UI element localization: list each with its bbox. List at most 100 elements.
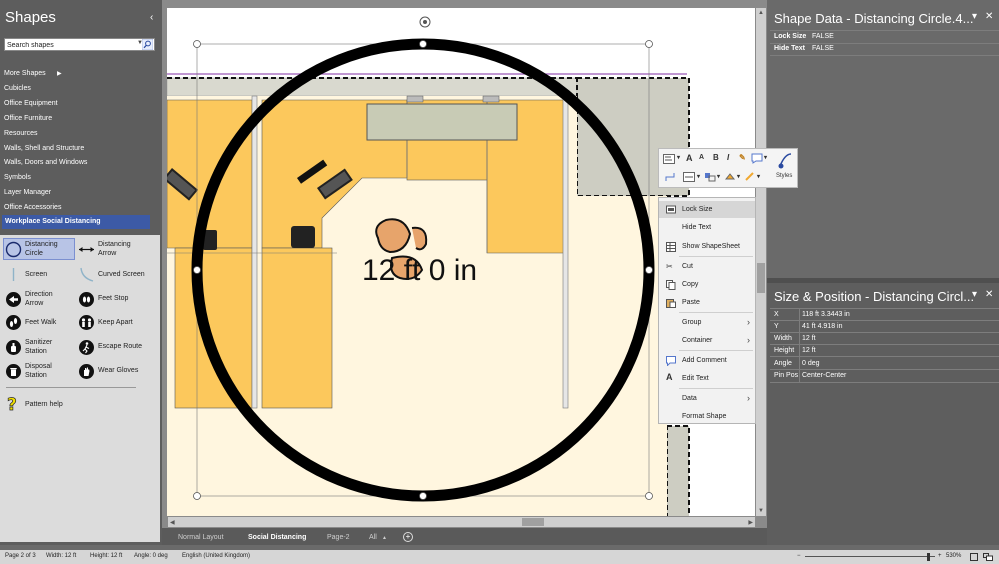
stencil-resources[interactable]: Resources xyxy=(4,130,37,137)
horizontal-scroll-thumb[interactable] xyxy=(522,518,544,526)
chevron-down-icon[interactable]: ▾ xyxy=(764,154,767,161)
curved-screen-icon xyxy=(80,267,94,282)
size-label: Y xyxy=(774,323,779,330)
menu-item-lock-size[interactable]: Lock Size xyxy=(659,201,755,218)
line-style-icon[interactable] xyxy=(683,172,695,182)
direction-arrow-icon xyxy=(6,292,21,307)
scroll-left-icon[interactable]: ◀ xyxy=(170,519,175,526)
stencil-cubicles[interactable]: Cubicles xyxy=(4,85,31,92)
close-icon[interactable]: ✕ xyxy=(985,11,993,22)
disposal-station-icon xyxy=(6,364,21,379)
shape-data-value[interactable]: FALSE xyxy=(812,33,834,40)
stencil-symbols[interactable]: Symbols xyxy=(4,174,31,181)
zoom-out-icon[interactable]: − xyxy=(797,553,801,559)
menu-item-data[interactable]: Data › xyxy=(659,390,755,407)
status-angle: Angle: 0 deg xyxy=(134,553,168,559)
shapesheet-icon xyxy=(666,242,676,252)
stencil-office-equipment[interactable]: Office Equipment xyxy=(4,100,58,107)
stencil-layer-manager[interactable]: Layer Manager xyxy=(4,189,51,196)
fit-page-icon[interactable] xyxy=(970,553,978,561)
menu-item-paste[interactable]: Paste xyxy=(659,294,755,311)
chevron-down-icon[interactable]: ▾ xyxy=(717,173,720,180)
divider xyxy=(770,382,999,383)
size-value[interactable]: 12 ft xyxy=(802,347,816,354)
switch-windows-icon[interactable] xyxy=(983,553,993,561)
size-label: Width xyxy=(774,335,792,342)
size-value[interactable]: 41 ft 4.918 in xyxy=(802,323,842,330)
menu-item-hide-text[interactable]: Hide Text xyxy=(659,219,755,236)
stencil-office-furniture[interactable]: Office Furniture xyxy=(4,115,52,122)
add-page-button[interactable]: + xyxy=(403,532,413,542)
menu-item-cut[interactable]: ✂ Cut xyxy=(659,258,755,275)
italic-button[interactable]: I xyxy=(727,153,729,162)
master-label: Station xyxy=(25,372,47,379)
menu-item-format-shape[interactable]: Format Shape xyxy=(659,408,755,425)
menu-item-copy[interactable]: Copy xyxy=(659,276,755,293)
styles-label[interactable]: Styles xyxy=(776,173,792,179)
stencil-office-accessories[interactable]: Office Accessories xyxy=(4,204,61,211)
search-icon[interactable] xyxy=(142,39,153,50)
menu-item-edit-text[interactable]: A Edit Text xyxy=(659,370,755,387)
status-page[interactable]: Page 2 of 3 xyxy=(5,553,36,559)
increase-font-button[interactable]: A xyxy=(686,153,693,163)
comment-icon[interactable] xyxy=(751,153,763,164)
chevron-down-icon[interactable]: ▾ xyxy=(972,11,977,22)
collapse-pane-icon[interactable]: ‹ xyxy=(150,12,153,23)
chevron-up-icon[interactable]: ▲ xyxy=(382,535,387,541)
zoom-slider-thumb[interactable] xyxy=(927,553,930,561)
connector-icon[interactable] xyxy=(665,172,675,182)
zoom-in-icon[interactable]: + xyxy=(938,553,942,559)
menu-separator xyxy=(679,312,753,313)
chevron-down-icon[interactable]: ▾ xyxy=(757,173,760,180)
size-value[interactable]: 12 ft xyxy=(802,335,816,342)
position-icon[interactable] xyxy=(704,172,716,182)
tab-all[interactable]: All xyxy=(369,534,377,541)
stencil-workplace-social-distancing[interactable]: Workplace Social Distancing xyxy=(2,215,150,229)
scroll-right-icon[interactable]: ▶ xyxy=(748,519,753,526)
menu-item-add-comment[interactable]: Add Comment xyxy=(659,352,755,369)
line-color-icon[interactable] xyxy=(744,172,756,182)
horizontal-scrollbar[interactable]: ◀ ▶ xyxy=(168,517,755,527)
svg-text:?: ? xyxy=(7,395,17,412)
chevron-down-icon[interactable]: ▾ xyxy=(737,173,740,180)
tab-normal-layout[interactable]: Normal Layout xyxy=(178,534,224,541)
vertical-scrollbar[interactable]: ▲ ▼ xyxy=(756,8,766,516)
styles-icon[interactable] xyxy=(777,152,793,170)
status-language[interactable]: English (United Kingdom) xyxy=(182,553,250,559)
stencil-walls-doors-windows[interactable]: Walls, Doors and Windows xyxy=(4,159,87,166)
tab-page-2[interactable]: Page-2 xyxy=(327,534,350,541)
size-value[interactable]: Center-Center xyxy=(802,372,846,379)
fill-color-icon[interactable] xyxy=(724,172,736,182)
size-value[interactable]: 0 deg xyxy=(802,360,820,367)
stencil-walls-shell-structure[interactable]: Walls, Shell and Structure xyxy=(4,145,84,152)
menu-item-show-shapesheet[interactable]: Show ShapeSheet xyxy=(659,238,755,255)
chevron-down-icon[interactable]: ▾ xyxy=(972,289,977,300)
size-value[interactable]: 118 ft 3.3443 in xyxy=(802,311,850,318)
tab-social-distancing[interactable]: Social Distancing xyxy=(248,534,306,541)
chevron-down-icon[interactable]: ▾ xyxy=(697,173,700,180)
decrease-font-button[interactable]: A xyxy=(699,154,704,161)
menu-item-group[interactable]: Group › xyxy=(659,314,755,331)
zoom-slider[interactable] xyxy=(805,556,935,557)
text-box-icon[interactable] xyxy=(663,154,675,164)
shape-data-title: Shape Data - Distancing Circle.4... xyxy=(774,11,974,26)
format-painter-icon[interactable]: ✎ xyxy=(739,153,746,162)
menu-item-container[interactable]: Container › xyxy=(659,332,755,349)
paste-icon xyxy=(666,299,676,308)
bold-button[interactable]: B xyxy=(713,153,719,162)
zoom-level[interactable]: 530% xyxy=(946,553,961,559)
close-icon[interactable]: ✕ xyxy=(985,289,993,300)
master-label: Arrow xyxy=(25,300,44,307)
chevron-down-icon[interactable]: ▾ xyxy=(677,154,680,161)
shape-data-value[interactable]: FALSE xyxy=(812,45,834,52)
more-shapes-link[interactable]: More Shapes xyxy=(4,70,46,77)
scroll-up-icon[interactable]: ▲ xyxy=(758,10,764,16)
search-box[interactable]: ▼ xyxy=(4,38,155,51)
chevron-right-icon: › xyxy=(747,393,750,403)
scroll-down-icon[interactable]: ▼ xyxy=(758,508,764,514)
vertical-scroll-thumb[interactable] xyxy=(757,263,765,293)
search-input[interactable] xyxy=(7,40,135,50)
menu-separator xyxy=(679,350,753,351)
page-tabs-bar: Normal Layout Social Distancing Page-2 A… xyxy=(162,528,767,545)
rotate-handle-icon[interactable] xyxy=(419,16,431,28)
